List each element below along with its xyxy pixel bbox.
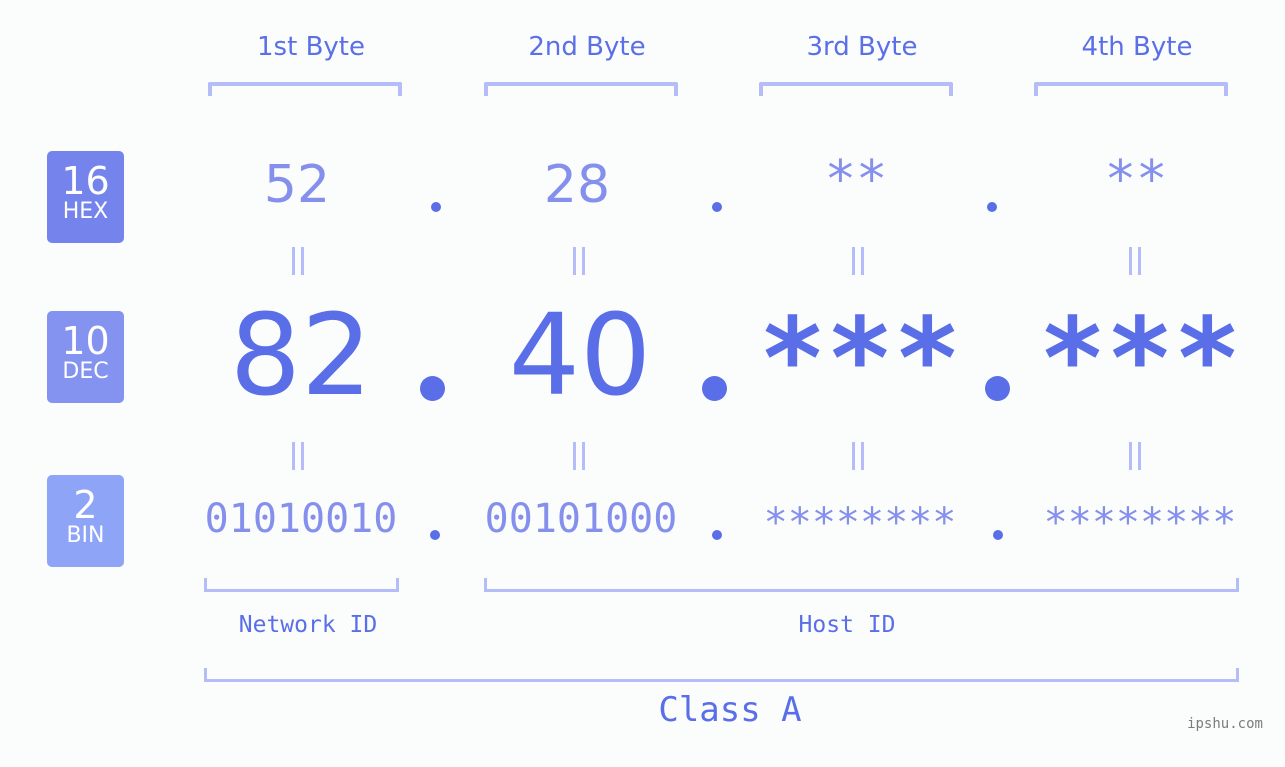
dec-value-4: *** bbox=[1038, 295, 1242, 425]
hex-badge: 16 HEX bbox=[47, 151, 124, 243]
network-id-bracket bbox=[204, 578, 399, 592]
dec-value-1: 82 bbox=[229, 291, 373, 421]
dec-value-3: *** bbox=[758, 295, 962, 425]
bin-value-4: ******** bbox=[1043, 500, 1237, 546]
bin-dot-2 bbox=[712, 530, 722, 540]
bin-value-1: 01010010 bbox=[204, 496, 398, 542]
hex-value-1: 52 bbox=[263, 155, 331, 215]
equals-icon bbox=[852, 442, 864, 470]
hex-value-2: 28 bbox=[543, 155, 611, 215]
byte-bracket-1 bbox=[208, 82, 402, 96]
host-id-label: Host ID bbox=[798, 612, 896, 638]
hex-badge-number: 16 bbox=[61, 159, 110, 203]
byte-bracket-3 bbox=[759, 82, 953, 96]
class-label: Class A bbox=[658, 690, 802, 730]
network-id-label: Network ID bbox=[238, 612, 378, 638]
byte-bracket-4 bbox=[1034, 82, 1228, 96]
byte-title-2: 2nd Byte bbox=[528, 32, 646, 62]
bin-value-3: ******** bbox=[763, 500, 957, 546]
watermark: ipshu.com bbox=[1187, 716, 1263, 732]
hex-dot-2 bbox=[712, 202, 722, 212]
bin-dot-1 bbox=[430, 530, 440, 540]
equals-icon bbox=[292, 247, 304, 275]
byte-title-3: 3rd Byte bbox=[806, 32, 918, 62]
byte-title-4: 4th Byte bbox=[1081, 32, 1193, 62]
equals-icon bbox=[573, 442, 585, 470]
dec-badge-number: 10 bbox=[61, 319, 110, 363]
dec-badge: 10 DEC bbox=[47, 311, 124, 403]
dec-dot-2 bbox=[702, 376, 727, 401]
byte-title-1: 1st Byte bbox=[257, 32, 365, 62]
hex-value-3: ** bbox=[824, 150, 888, 210]
bin-badge-label: BIN bbox=[66, 523, 105, 548]
class-bracket bbox=[204, 668, 1239, 682]
bin-badge: 2 BIN bbox=[47, 475, 124, 567]
equals-icon bbox=[852, 247, 864, 275]
equals-icon bbox=[573, 247, 585, 275]
dec-value-2: 40 bbox=[508, 291, 652, 421]
dec-dot-3 bbox=[985, 376, 1010, 401]
bin-dot-3 bbox=[993, 530, 1003, 540]
host-id-bracket bbox=[484, 578, 1239, 592]
dec-dot-1 bbox=[420, 376, 445, 401]
equals-icon bbox=[1129, 247, 1141, 275]
equals-icon bbox=[1129, 442, 1141, 470]
hex-badge-label: HEX bbox=[62, 199, 109, 224]
hex-dot-3 bbox=[987, 202, 997, 212]
hex-value-4: ** bbox=[1104, 150, 1168, 210]
bin-badge-number: 2 bbox=[73, 483, 98, 527]
byte-bracket-2 bbox=[484, 82, 678, 96]
dec-badge-label: DEC bbox=[62, 359, 109, 384]
hex-dot-1 bbox=[431, 202, 441, 212]
bin-value-2: 00101000 bbox=[484, 496, 678, 542]
equals-icon bbox=[292, 442, 304, 470]
